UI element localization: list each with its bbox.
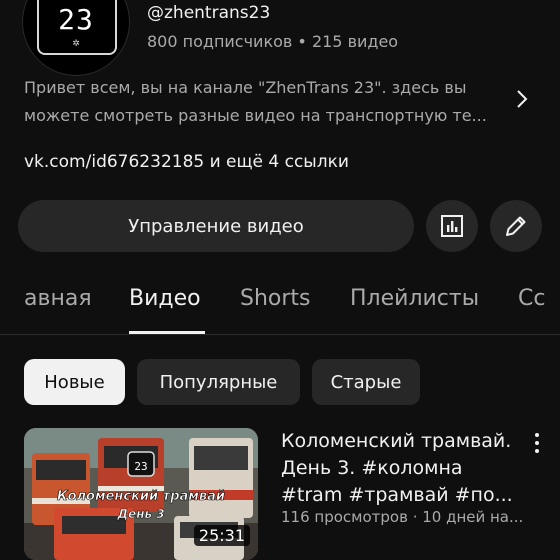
edit-channel-button[interactable] [490,200,542,252]
avatar-number: 23 [58,3,94,36]
tab-playlists[interactable]: Плейлисты [350,286,479,311]
analytics-button[interactable] [426,200,478,252]
channel-avatar[interactable]: 23 ✲ [22,0,130,76]
chip-popular[interactable]: Популярные [137,359,300,405]
active-tab-indicator [129,331,205,334]
manage-videos-button[interactable]: Управление видео [18,200,414,252]
video-meta: 116 просмотров · 10 дней на... [281,508,524,526]
chip-oldest[interactable]: Старые [312,359,420,405]
video-thumbnail[interactable]: 23 Коломенский трамвай День 3 25:31 [24,428,258,560]
channel-handle: @zhentrans23 [147,3,271,23]
analytics-icon [441,215,463,237]
tab-videos[interactable]: Видео [129,286,201,311]
video-duration: 25:31 [193,525,250,546]
more-vert-icon[interactable] [528,430,546,456]
avatar-mark: ✲ [72,39,80,49]
tab-shorts[interactable]: Shorts [240,286,311,311]
thumb-logo-number: 23 [134,460,147,473]
tab-community[interactable]: Сс [518,286,545,311]
channel-stats: 800 подписчиков • 215 видео [147,32,399,51]
chip-newest[interactable]: Новые [24,359,125,405]
channel-links[interactable]: vk.com/id676232185 и ещё 4 ссылки [24,152,349,172]
channel-description[interactable]: Привет всем, вы на канале "ZhenTrans 23"… [24,74,494,130]
video-title[interactable]: Коломенский трамвай. День 3. #коломна #t… [281,428,521,509]
channel-tabs: авная Видео Shorts Плейлисты Сс [0,270,560,335]
thumb-subcaption: День 3 [116,507,164,521]
pencil-icon [506,216,526,236]
thumb-caption: Коломенский трамвай [57,489,225,504]
chevron-right-icon[interactable] [511,88,533,110]
tab-home[interactable]: авная [24,286,92,311]
